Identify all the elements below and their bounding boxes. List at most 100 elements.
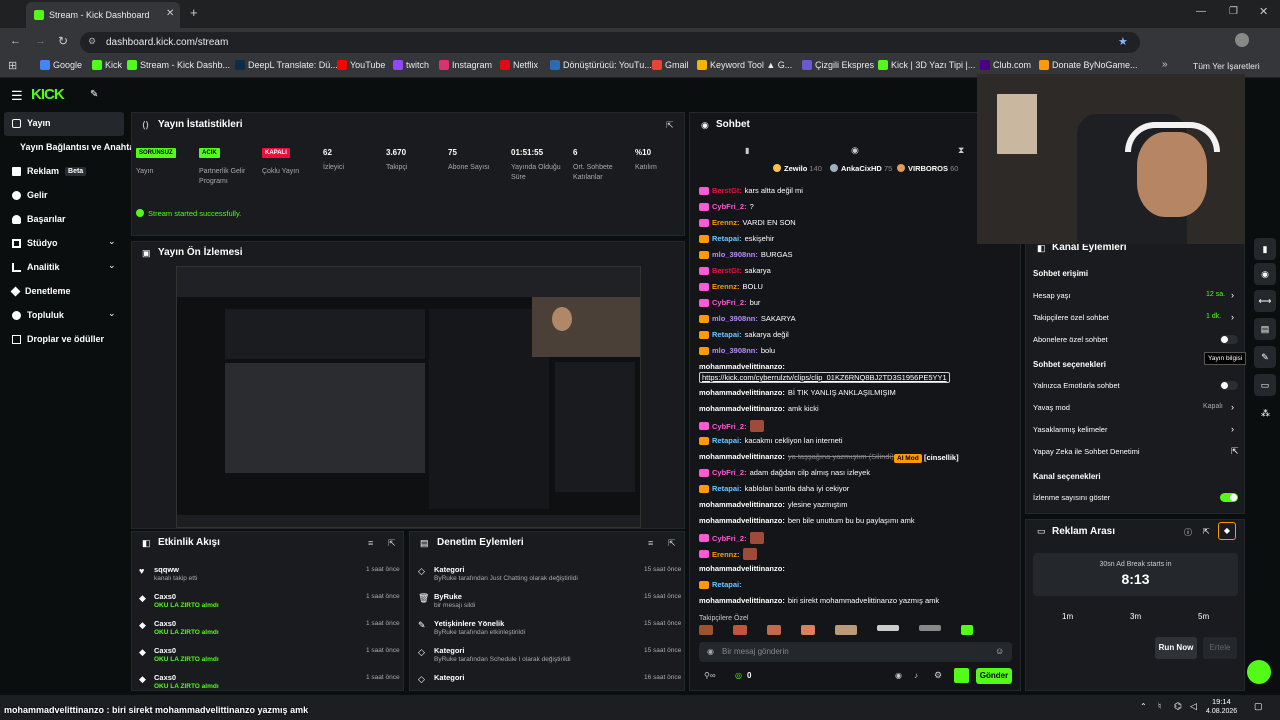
- notification-icon[interactable]: ▢: [1254, 701, 1263, 712]
- site-info-icon[interactable]: ⚙: [88, 36, 96, 47]
- chat-username[interactable]: mohammadvelittinanzo:: [699, 500, 785, 509]
- bookmark-item[interactable]: Gmail: [652, 60, 689, 70]
- chat-username[interactable]: BerstGI:: [712, 266, 742, 275]
- sidebar-item-studyo[interactable]: Stüdyo: [12, 238, 58, 248]
- popout-icon[interactable]: ⇱: [388, 538, 396, 549]
- network-icon[interactable]: ⌬: [1174, 701, 1182, 712]
- chat-username[interactable]: mlo_3908nn:: [712, 250, 758, 259]
- info-icon[interactable]: ⓘ: [1184, 527, 1192, 538]
- chat-username[interactable]: mohammadvelittinanzo:: [699, 564, 785, 573]
- bookmark-item[interactable]: Dönüştürücü: YouTu...: [550, 60, 652, 70]
- bookmark-item[interactable]: Netflix: [500, 60, 538, 70]
- profile-avatar[interactable]: [1235, 33, 1249, 47]
- chat-username[interactable]: Retapai:: [712, 234, 742, 243]
- chevron-right-icon[interactable]: ›: [1231, 402, 1234, 412]
- chat-username[interactable]: mohammadvelittinanzo:: [699, 404, 785, 413]
- all-bookmarks[interactable]: Tüm Yer İşaretleri: [1193, 61, 1260, 71]
- rail-chat-icon[interactable]: ◉: [1254, 263, 1276, 285]
- duration-3m[interactable]: 3m: [1130, 612, 1141, 621]
- show-views-toggle[interactable]: [1220, 493, 1238, 502]
- kick-emote-icon[interactable]: [954, 668, 969, 683]
- external-link-icon[interactable]: ⇱: [1231, 446, 1239, 457]
- chat-username[interactable]: Retapai:: [712, 580, 742, 589]
- settings-icon[interactable]: ◆: [1218, 522, 1236, 540]
- chevron-down-icon[interactable]: ⌄: [108, 308, 116, 319]
- more-bookmarks-icon[interactable]: »: [1162, 59, 1168, 70]
- back-icon[interactable]: ←: [10, 35, 21, 47]
- chat-username[interactable]: CybFri_2:: [712, 422, 747, 431]
- emote-icon[interactable]: [801, 625, 815, 635]
- chat-username[interactable]: BerstGI:: [712, 186, 742, 195]
- emote-icon[interactable]: [877, 625, 899, 631]
- rail-link-icon[interactable]: ⟷: [1254, 290, 1276, 312]
- chat-username[interactable]: Erennz:: [712, 282, 740, 291]
- chat-username[interactable]: CybFri_2:: [712, 468, 747, 477]
- bookmark-item[interactable]: DeepL Translate: Dü...: [235, 60, 338, 70]
- mic-icon[interactable]: ♮: [1158, 701, 1161, 712]
- close-tab-icon[interactable]: ✕: [166, 8, 174, 19]
- emoji-icon[interactable]: ☺: [995, 646, 1004, 656]
- rail-icon[interactable]: ▮: [1254, 238, 1276, 260]
- sidebar-item-basarilar[interactable]: Başarılar: [12, 214, 66, 224]
- bookmark-star-icon[interactable]: ★: [1118, 35, 1128, 48]
- chat-username[interactable]: CybFri_2:: [712, 202, 747, 211]
- chat-username[interactable]: mohammadvelittinanzo:: [699, 452, 785, 461]
- minimize-icon[interactable]: —: [1196, 6, 1206, 17]
- chevron-right-icon[interactable]: ›: [1231, 424, 1234, 434]
- help-bubble-icon[interactable]: [1247, 660, 1271, 684]
- chat-username[interactable]: Erennz:: [712, 550, 740, 559]
- filter-icon[interactable]: ≡: [648, 538, 653, 548]
- bookmark-item[interactable]: Stream - Kick Dashb...: [127, 60, 230, 70]
- url-input[interactable]: ⚙ dashboard.kick.com/stream ★: [80, 32, 1140, 53]
- link-icon[interactable]: ⚲∞: [704, 671, 716, 680]
- filter-icon[interactable]: ≡: [368, 538, 373, 548]
- bookmark-item[interactable]: Keyword Tool ▲ G...: [697, 60, 792, 70]
- pin-list-icon[interactable]: ▮: [745, 146, 749, 155]
- subs-only-toggle[interactable]: [1220, 335, 1238, 344]
- emote-icon[interactable]: [733, 625, 747, 635]
- forward-icon[interactable]: →: [35, 35, 46, 47]
- send-button[interactable]: Gönder: [976, 668, 1012, 684]
- chat-username[interactable]: Retapai:: [712, 436, 742, 445]
- emote-icon[interactable]: [919, 625, 941, 631]
- sidebar-item-yayin[interactable]: Yayın: [12, 118, 51, 128]
- bookmark-item[interactable]: YouTube: [337, 60, 385, 70]
- rail-list-icon[interactable]: ▤: [1254, 318, 1276, 340]
- stream-preview-video[interactable]: [176, 266, 641, 528]
- reload-icon[interactable]: ↻: [58, 34, 68, 48]
- chat-settings-icon[interactable]: ◉: [851, 145, 859, 156]
- pin-icon[interactable]: ✎: [90, 89, 98, 100]
- chat-username[interactable]: CybFri_2:: [712, 534, 747, 543]
- new-tab-icon[interactable]: +: [190, 5, 198, 20]
- kick-logo[interactable]: KICK: [31, 86, 65, 103]
- chat-username[interactable]: mohammadvelittinanzo:: [699, 516, 785, 525]
- sidebar-item-droplar[interactable]: Droplar ve ödüller: [12, 334, 104, 344]
- volume-icon[interactable]: ◁: [1190, 701, 1197, 712]
- bookmark-item[interactable]: Kick | 3D Yazı Tipi |...: [878, 60, 975, 70]
- bookmark-item[interactable]: Google: [40, 60, 82, 70]
- bookmark-item[interactable]: twitch: [393, 60, 429, 70]
- menu-icon[interactable]: ☰: [11, 88, 23, 104]
- chat-username[interactable]: Erennz:: [712, 218, 740, 227]
- apps-grid-icon[interactable]: ⊞: [8, 59, 17, 72]
- bookmark-item[interactable]: Instagram: [439, 60, 492, 70]
- sidebar-item-analitik[interactable]: Analitik: [12, 262, 60, 272]
- emote-icon[interactable]: [767, 625, 781, 635]
- chat-username[interactable]: Retapai:: [712, 484, 742, 493]
- sidebar-item-topluluk[interactable]: Topluluk: [12, 310, 64, 320]
- chat-username[interactable]: Retapai:: [712, 330, 742, 339]
- sidebar-item-denetleme[interactable]: Denetleme: [10, 286, 71, 296]
- chat-link[interactable]: https://kick.com/cyberrulztv/clips/clip_…: [699, 372, 950, 383]
- chevron-down-icon[interactable]: ⌄: [108, 236, 116, 247]
- chat-input[interactable]: ◉ Bir mesaj gönderin ☺: [699, 642, 1012, 662]
- duration-1m[interactable]: 1m: [1062, 612, 1073, 621]
- sidebar-item-reklam[interactable]: Reklam Beta: [12, 166, 87, 176]
- emote-only-toggle[interactable]: [1220, 381, 1238, 390]
- chevron-right-icon[interactable]: ›: [1231, 312, 1234, 322]
- chat-icon[interactable]: ◉: [895, 671, 902, 680]
- rail-monitor-icon[interactable]: ▭: [1254, 374, 1276, 396]
- emote-icon[interactable]: [835, 625, 857, 635]
- bell-icon[interactable]: ♪: [914, 671, 918, 680]
- sidebar-item-gelir[interactable]: Gelir: [12, 190, 48, 200]
- emote-row[interactable]: [699, 625, 1009, 639]
